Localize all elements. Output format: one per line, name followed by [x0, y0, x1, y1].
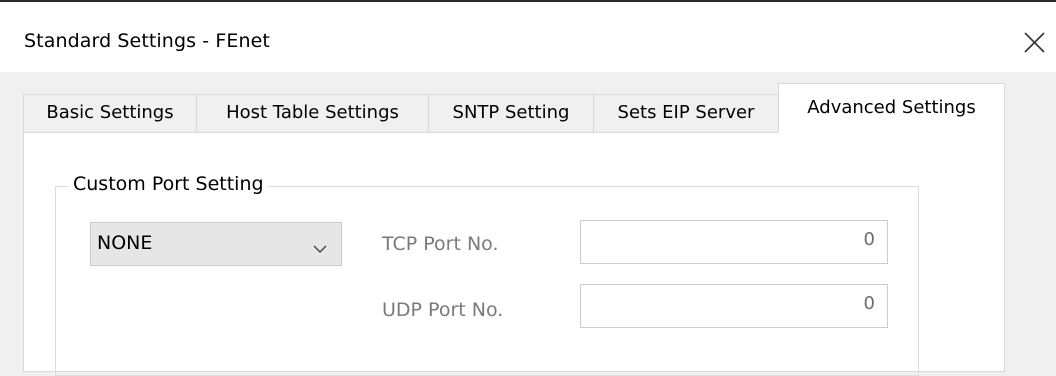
dialog-window: Standard Settings - FEnet Basic Settings… [0, 0, 1056, 376]
udp-port-label: UDP Port No. [382, 299, 504, 321]
tcp-port-label: TCP Port No. [382, 233, 499, 255]
close-button[interactable] [1018, 22, 1052, 60]
port-mode-value: NONE [97, 232, 153, 254]
custom-port-group-title: Custom Port Setting [69, 173, 268, 195]
close-icon [1024, 32, 1045, 53]
tab-basic-settings[interactable]: Basic Settings [23, 94, 197, 132]
port-mode-select[interactable]: NONE [90, 222, 342, 266]
chevron-down-icon [313, 239, 327, 258]
tab-advanced-settings[interactable]: Advanced Settings [778, 83, 1005, 133]
udp-port-field[interactable] [580, 284, 888, 328]
tcp-port-field[interactable] [580, 220, 888, 264]
title-bar: Standard Settings - FEnet [0, 2, 1056, 72]
custom-port-groupbox [55, 186, 919, 376]
tab-host-table-settings[interactable]: Host Table Settings [196, 94, 429, 132]
tab-sntp-setting[interactable]: SNTP Setting [428, 94, 594, 132]
tab-sets-eip-server[interactable]: Sets EIP Server [593, 94, 779, 132]
window-title: Standard Settings - FEnet [24, 30, 270, 52]
